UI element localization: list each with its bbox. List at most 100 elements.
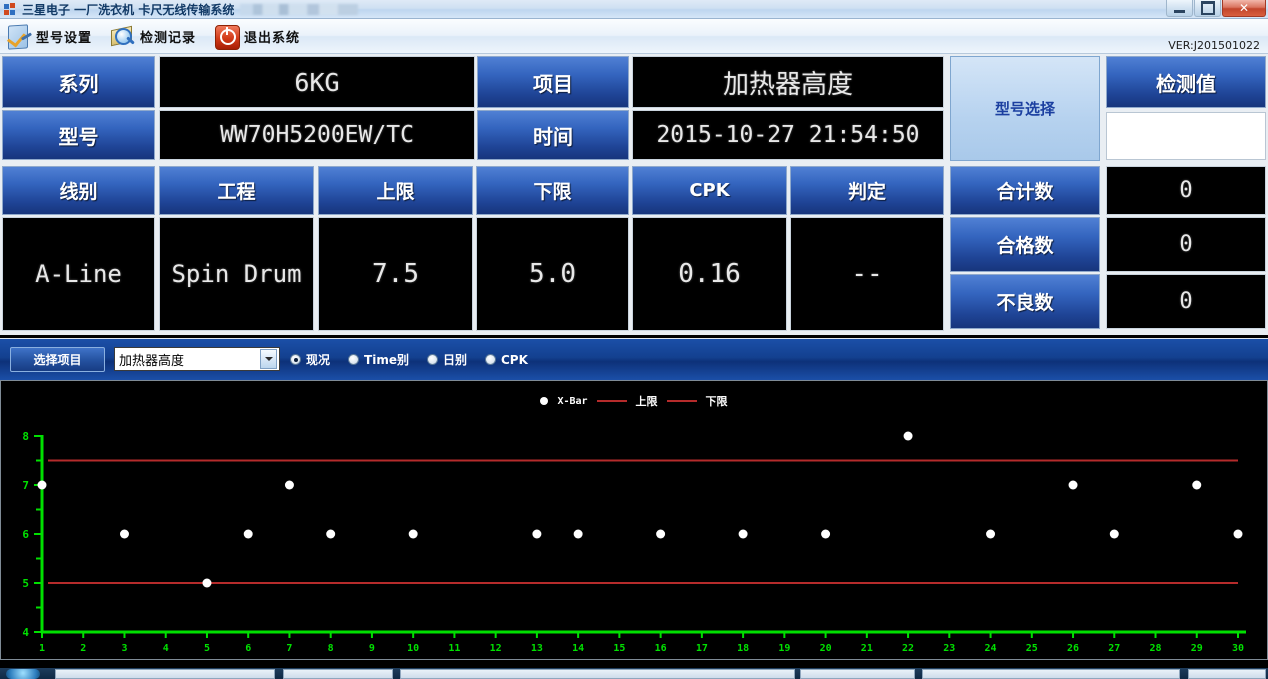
- data-point: [1109, 529, 1119, 539]
- total-count-label: 合计数: [950, 166, 1100, 215]
- x-tick-label: 18: [737, 643, 749, 654]
- x-tick-label: 15: [613, 643, 625, 654]
- x-tick-label: 28: [1149, 643, 1161, 654]
- control-chart-panel: X-Bar 上限 下限 4 5 6 7 8 1 2 3 4 5 6 7 8 9 10 11 12 13 14 15 16…: [0, 380, 1268, 660]
- x-tick-label: 10: [407, 643, 419, 654]
- data-point: [284, 480, 294, 490]
- data-point: [573, 529, 583, 539]
- data-point: [1068, 480, 1078, 490]
- data-point: [986, 529, 996, 539]
- x-tick-label: 29: [1191, 643, 1203, 654]
- x-tick-label: 30: [1232, 643, 1244, 654]
- radio-dot-icon: [426, 354, 438, 365]
- x-tick-label: 12: [490, 643, 502, 654]
- y-tick-label: 5: [22, 577, 29, 590]
- application-window: 三星电子 一厂洗衣机 卡尺无线传输系统 ✕ 型号设置 检测记录 退出系统 VER…: [0, 0, 1268, 679]
- pass-count-value: 0: [1106, 217, 1266, 272]
- x-tick-label: 8: [328, 643, 334, 654]
- x-tick-label: 1: [39, 643, 45, 654]
- process-label: 工程: [159, 166, 314, 215]
- radio-label-by-day: 日别: [442, 353, 467, 367]
- maximize-button[interactable]: [1194, 0, 1221, 17]
- lsl-value: 5.0: [476, 217, 629, 331]
- taskbar-item[interactable]: [55, 669, 275, 679]
- app-logo-icon: [4, 2, 17, 16]
- data-point: [326, 529, 336, 539]
- x-tick-label: 3: [121, 643, 127, 654]
- x-tick-label: 24: [985, 643, 997, 654]
- data-point: [1233, 529, 1243, 539]
- series-value: 6KG: [159, 56, 475, 108]
- main-toolbar: 型号设置 检测记录 退出系统 VER:J201501022: [0, 19, 1268, 54]
- x-tick-label: 23: [943, 643, 955, 654]
- line-value: A-Line: [2, 217, 155, 331]
- x-tick-label: 6: [245, 643, 251, 654]
- cpk-label: CPK: [632, 166, 787, 215]
- data-point: [532, 529, 542, 539]
- model-select-button[interactable]: 型号选择: [950, 56, 1100, 161]
- line-label: 线别: [2, 166, 155, 215]
- toolbar-label-model-settings: 型号设置: [36, 30, 93, 46]
- x-tick-label: 11: [448, 643, 460, 654]
- y-tick-label: 4: [22, 626, 29, 639]
- fail-count-label: 不良数: [950, 274, 1100, 329]
- x-tick-label: 17: [696, 643, 708, 654]
- close-button[interactable]: ✕: [1222, 0, 1266, 17]
- radio-label-by-time: Time别: [364, 353, 409, 367]
- series-label: 系列: [2, 56, 155, 108]
- taskbar-item[interactable]: [283, 669, 393, 679]
- toolbar-item-inspection-records[interactable]: 检测记录: [110, 24, 196, 49]
- model-label: 型号: [2, 110, 155, 160]
- usl-label: 上限: [318, 166, 473, 215]
- radio-current-status[interactable]: 现况: [290, 351, 330, 368]
- radio-by-day[interactable]: 日别: [426, 351, 467, 368]
- radio-dot-icon: [484, 354, 496, 365]
- radio-cpk[interactable]: CPK: [484, 352, 528, 367]
- taskbar-item[interactable]: [922, 669, 1180, 679]
- control-chart-svg: 456781 2 3 4 5 6 7 8 9 10 11 12 13 14 15 16 17 18 19 20 21 22…: [22, 430, 1246, 654]
- taskbar-item[interactable]: [400, 669, 795, 679]
- data-point: [408, 529, 418, 539]
- item-select-dropdown[interactable]: 加热器高度: [114, 347, 280, 371]
- power-off-icon: [214, 24, 241, 50]
- measure-value-display: [1106, 112, 1266, 160]
- title-redacted-text: [240, 3, 359, 15]
- x-tick-label: 27: [1108, 643, 1120, 654]
- os-taskbar: [0, 668, 1268, 679]
- model-value: WW70H5200EW/TC: [159, 110, 475, 160]
- toolbar-label-inspection-records: 检测记录: [140, 30, 197, 46]
- data-point: [821, 529, 831, 539]
- start-button-icon[interactable]: [6, 669, 40, 679]
- toolbar-item-model-settings[interactable]: 型号设置: [6, 23, 93, 50]
- x-tick-label: 5: [204, 643, 210, 654]
- version-label: VER:J201501022: [1168, 39, 1260, 52]
- x-tick-label: 14: [572, 643, 584, 654]
- view-mode-radio-group: 现况 Time别 日别 CPK: [290, 351, 546, 368]
- x-tick-label: 26: [1067, 643, 1079, 654]
- radio-by-time[interactable]: Time别: [348, 351, 409, 368]
- select-item-button[interactable]: 选择项目: [10, 347, 105, 372]
- x-tick-label: 22: [902, 643, 914, 654]
- x-tick-label: 13: [531, 643, 543, 654]
- judge-label: 判定: [790, 166, 944, 215]
- minimize-button[interactable]: [1166, 0, 1193, 17]
- clipboard-check-icon: [6, 23, 33, 50]
- x-tick-label: 20: [820, 643, 832, 654]
- data-point: [1192, 480, 1202, 490]
- data-point: [119, 529, 129, 539]
- x-tick-label: 21: [861, 643, 873, 654]
- y-tick-label: 7: [22, 479, 29, 492]
- radio-dot-icon: [290, 354, 301, 365]
- info-panel: 系列 6KG 项目 加热器高度 型号选择 检测值 型号 WW70H5200EW/…: [0, 54, 1268, 335]
- data-point: [37, 480, 47, 490]
- item-value: 加热器高度: [632, 56, 944, 108]
- x-tick-label: 2: [80, 643, 86, 654]
- chevron-down-icon[interactable]: [260, 349, 277, 369]
- judge-value: --: [790, 217, 944, 331]
- x-tick-label: 7: [286, 643, 292, 654]
- item-label: 项目: [477, 56, 629, 108]
- radio-label-cpk: CPK: [500, 352, 528, 367]
- toolbar-item-exit-system[interactable]: 退出系统: [214, 24, 300, 50]
- taskbar-item[interactable]: [800, 669, 915, 679]
- taskbar-item[interactable]: [1188, 669, 1266, 679]
